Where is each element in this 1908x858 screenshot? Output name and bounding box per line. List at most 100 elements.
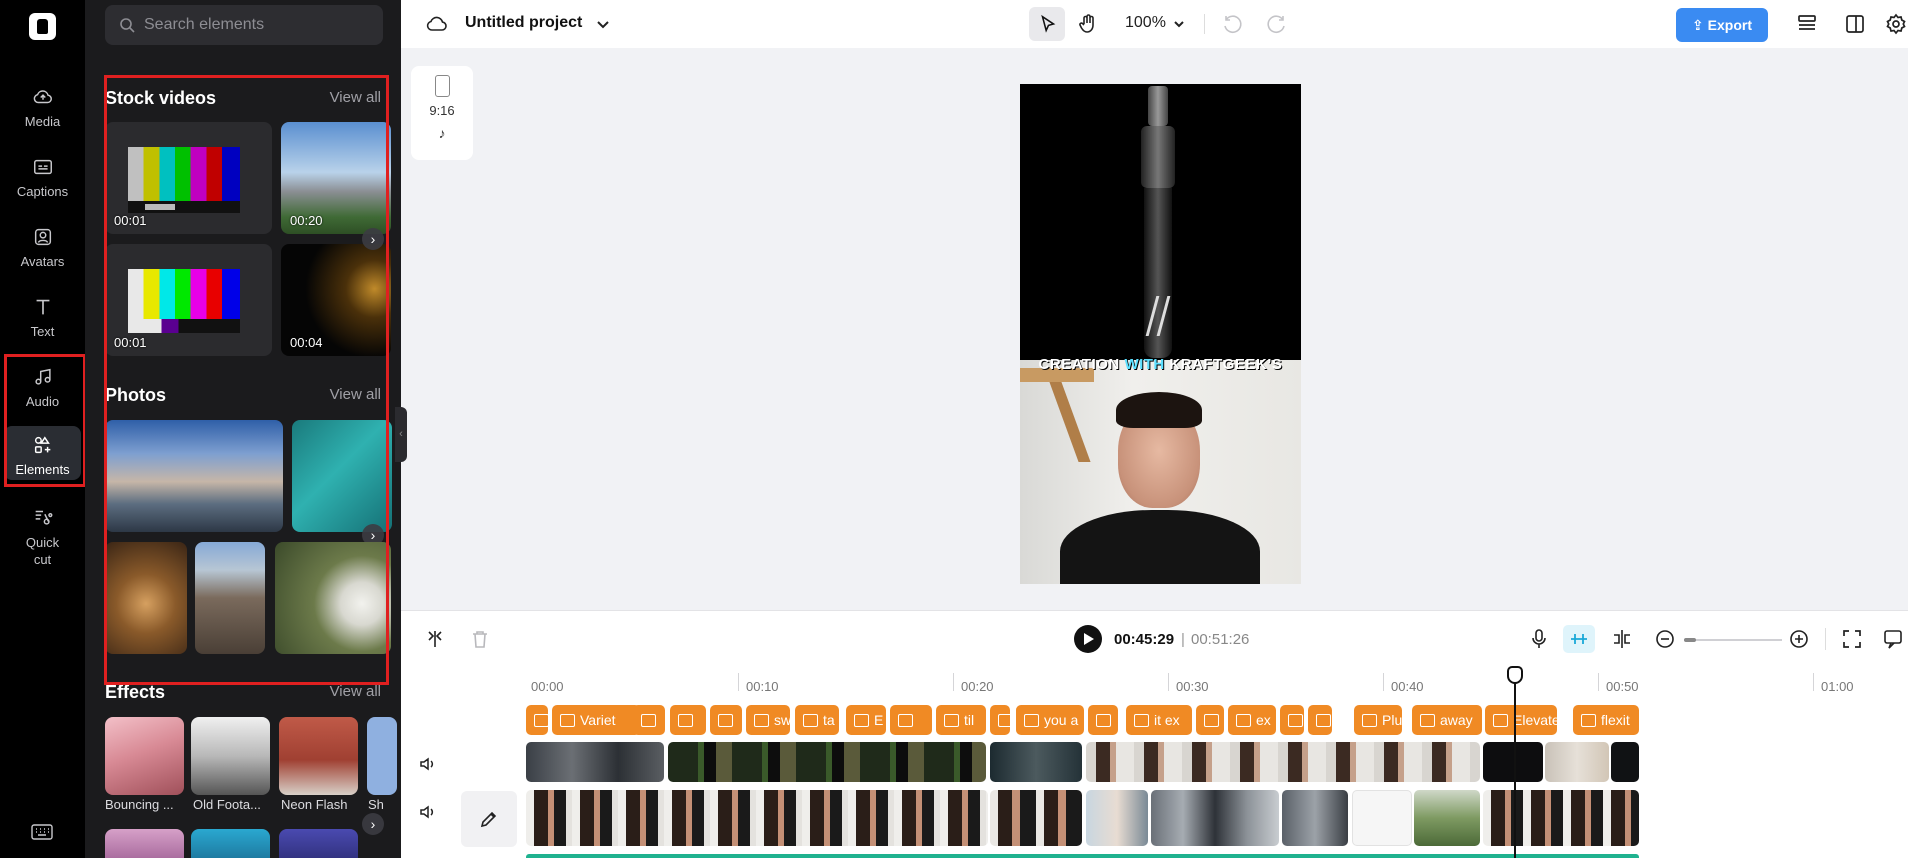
caption-chip[interactable]: away <box>1412 705 1482 735</box>
effect-thumbnail[interactable] <box>279 829 358 858</box>
collapse-panel-handle[interactable]: ‹ <box>395 407 407 462</box>
caption-chip[interactable] <box>890 705 932 735</box>
keyboard-shortcuts-icon[interactable] <box>31 824 53 840</box>
ruler-tick <box>738 673 739 691</box>
settings-gear-icon[interactable] <box>1884 12 1908 36</box>
track-volume-icon[interactable] <box>419 804 437 820</box>
video-clip[interactable] <box>1352 790 1412 846</box>
caption-chip[interactable] <box>990 705 1010 735</box>
panel-highlight-box <box>104 75 389 685</box>
effect-label: Old Foota... <box>193 797 261 812</box>
split-clip-icon[interactable] <box>425 629 445 649</box>
playhead-line[interactable] <box>1514 666 1516 858</box>
video-clip[interactable] <box>1611 742 1639 782</box>
caption-chip[interactable]: sw <box>746 705 790 735</box>
video-clip[interactable] <box>990 742 1082 782</box>
redo-icon[interactable] <box>1264 12 1288 36</box>
effects-view-all[interactable]: View all <box>330 683 381 700</box>
app-logo-icon[interactable] <box>29 13 56 40</box>
caption-chip[interactable]: Plu <box>1354 705 1402 735</box>
chevron-down-icon[interactable] <box>1167 12 1191 36</box>
caption-chip[interactable]: you a <box>1016 705 1084 735</box>
preview-product-scene <box>1020 84 1301 360</box>
video-clip[interactable] <box>1483 790 1639 846</box>
video-clip[interactable] <box>1086 790 1148 846</box>
delete-icon[interactable] <box>471 629 489 649</box>
zoom-level[interactable]: 100% <box>1125 14 1166 32</box>
play-icon <box>1084 633 1094 645</box>
zoom-slider-handle[interactable] <box>1684 638 1696 642</box>
split-screen-icon[interactable] <box>1611 628 1633 650</box>
video-preview[interactable]: CREATION WITH KRAFTGEEK’S <box>1020 84 1301 584</box>
microphone-icon[interactable] <box>1529 628 1549 650</box>
split-view-icon[interactable] <box>1843 12 1867 36</box>
zoom-in-icon[interactable] <box>1789 629 1809 649</box>
chevron-down-icon[interactable] <box>591 12 615 36</box>
ruler-tick <box>1168 673 1169 691</box>
caption-chip[interactable]: til <box>936 705 986 735</box>
caption-chip[interactable] <box>1196 705 1224 735</box>
video-clip[interactable] <box>526 790 988 846</box>
cloud-save-icon[interactable] <box>425 12 449 36</box>
top-bar: Untitled project 100% ⇪ Export <box>401 0 1908 48</box>
rail-item-captions[interactable]: Captions <box>4 156 81 202</box>
caption-chip[interactable] <box>1308 705 1332 735</box>
ruler-tick <box>953 673 954 691</box>
effect-thumbnail[interactable] <box>191 829 270 858</box>
effect-thumbnail[interactable] <box>367 717 397 795</box>
hand-icon[interactable] <box>1076 12 1100 36</box>
playhead-handle[interactable] <box>1507 666 1523 684</box>
zoom-out-icon[interactable] <box>1655 629 1675 649</box>
layers-icon[interactable] <box>1795 12 1819 36</box>
video-clip[interactable] <box>1086 742 1480 782</box>
effects-next-arrow[interactable]: › <box>362 813 384 835</box>
caption-chip[interactable]: Elevate <box>1485 705 1557 735</box>
video-clip[interactable] <box>1545 742 1609 782</box>
zoom-slider-track[interactable] <box>1684 639 1782 641</box>
effect-thumbnail[interactable] <box>279 717 358 795</box>
ruler-tick <box>1813 673 1814 691</box>
video-clip[interactable] <box>990 790 1082 846</box>
video-clip[interactable] <box>1282 790 1348 846</box>
video-clip[interactable] <box>1483 742 1543 782</box>
track-volume-icon[interactable] <box>419 756 437 772</box>
effect-thumbnail[interactable] <box>105 717 184 795</box>
rail-item-quick-cut[interactable]: Quick cut <box>4 506 81 567</box>
select-tool-button[interactable] <box>1029 7 1065 41</box>
caption-chip[interactable] <box>710 705 742 735</box>
search-input[interactable]: Search elements <box>105 5 383 45</box>
video-clip[interactable] <box>1151 790 1279 846</box>
caption-chip[interactable]: ex <box>1228 705 1276 735</box>
video-clip[interactable] <box>1414 790 1480 846</box>
caption-chip[interactable]: E <box>846 705 886 735</box>
effect-thumbnail[interactable] <box>105 829 184 858</box>
caption-chip[interactable] <box>526 705 548 735</box>
rail-item-label: Avatars <box>20 254 65 269</box>
caption-chip[interactable] <box>633 705 665 735</box>
fullscreen-icon[interactable] <box>1842 629 1862 649</box>
caption-chip[interactable]: ta <box>795 705 839 735</box>
magnet-snap-toggle[interactable] <box>1563 625 1595 653</box>
export-button[interactable]: ⇪ Export <box>1676 8 1768 42</box>
effect-thumbnail[interactable] <box>191 717 270 795</box>
video-clip[interactable] <box>526 742 664 782</box>
caption-chip[interactable]: Variet <box>552 705 640 735</box>
track-edit-button[interactable] <box>461 791 517 847</box>
caption-chip[interactable] <box>1280 705 1304 735</box>
project-title[interactable]: Untitled project <box>465 14 582 32</box>
undo-icon[interactable] <box>1221 12 1245 36</box>
caption-chip[interactable] <box>670 705 706 735</box>
rail-item-text[interactable]: Text <box>4 296 81 342</box>
comment-icon[interactable] <box>1883 628 1903 650</box>
caption-chip[interactable] <box>1088 705 1118 735</box>
caption-chip[interactable]: flexit <box>1573 705 1639 735</box>
audio-track[interactable] <box>526 854 1639 858</box>
play-button[interactable] <box>1074 625 1102 653</box>
video-clip[interactable] <box>668 742 986 782</box>
aspect-ratio-label: 9:16 <box>429 103 455 118</box>
rail-item-media[interactable]: Media <box>4 86 81 132</box>
rail-item-avatars[interactable]: Avatars <box>4 226 81 272</box>
aspect-ratio-card[interactable]: 9:16 ♪ <box>411 66 473 160</box>
effect-label: Bouncing ... <box>105 797 174 812</box>
caption-chip[interactable]: it ex <box>1126 705 1192 735</box>
